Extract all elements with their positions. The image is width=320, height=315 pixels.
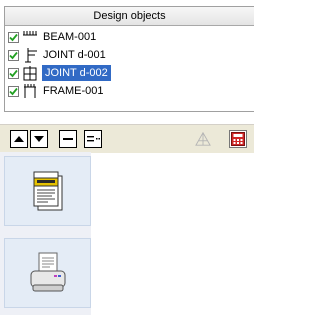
beam-icon <box>23 31 37 36</box>
report-icon <box>33 171 62 211</box>
panel-toolbar <box>0 124 254 153</box>
design-objects-panel: Design objects BEAM-001 JOINT d-001 JOIN… <box>4 6 254 112</box>
move-up-button[interactable] <box>10 130 28 148</box>
checkbox[interactable] <box>8 67 19 79</box>
checkbox[interactable] <box>8 85 19 97</box>
measure-button[interactable] <box>194 130 212 148</box>
tree-row-label: FRAME-001 <box>43 85 104 97</box>
tree-row-joint-002[interactable]: JOINT d-002 <box>5 64 254 82</box>
move-down-button[interactable] <box>30 130 48 148</box>
calculator-button[interactable] <box>229 130 247 148</box>
frame-icon <box>24 84 36 98</box>
move-down-icon <box>34 136 44 142</box>
tree-row-label: JOINT d-001 <box>43 49 106 61</box>
tree-row-joint-001[interactable]: JOINT d-001 <box>5 46 254 64</box>
tree-row-label: JOINT d-002 <box>42 65 111 81</box>
report-button[interactable] <box>4 156 91 226</box>
tree-row-label: BEAM-001 <box>43 31 97 43</box>
printer-icon <box>30 252 65 292</box>
checkbox[interactable] <box>8 31 19 43</box>
minus-icon <box>63 138 73 140</box>
tree-row-frame[interactable]: FRAME-001 <box>5 82 254 100</box>
tree-row-beam[interactable]: BEAM-001 <box>5 28 254 46</box>
design-object-tree: BEAM-001 JOINT d-001 JOINT d-002 FRAME-0… <box>5 26 254 100</box>
measure-icon <box>195 131 211 146</box>
joint-icon <box>25 48 37 63</box>
joint-icon <box>23 66 37 81</box>
dash-list-icon <box>86 136 100 142</box>
panel-title: Design objects <box>5 7 254 26</box>
tool-strip <box>0 152 91 315</box>
remove-button[interactable] <box>59 130 77 148</box>
calculator-icon <box>231 132 245 146</box>
print-button[interactable] <box>4 238 91 308</box>
dash-list-button[interactable] <box>84 130 102 148</box>
move-up-icon <box>14 136 24 142</box>
checkbox[interactable] <box>8 49 19 61</box>
